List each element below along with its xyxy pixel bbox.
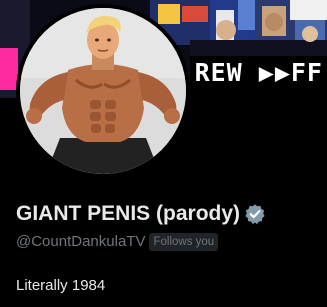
profile-name-row: GIANT PENIS (parody) <box>16 201 266 227</box>
avatar-image <box>20 8 186 174</box>
banner-overlay-text: REW ▶▶FF <box>194 58 323 87</box>
profile-display-name: GIANT PENIS (parody) <box>16 202 241 225</box>
profile-handle-row: @CountDankulaTV Follows you <box>16 232 219 252</box>
profile-handle: @CountDankulaTV <box>16 233 146 250</box>
follows-you-badge: Follows you <box>149 233 219 251</box>
profile-bio: Literally 1984 <box>16 277 106 294</box>
verified-badge-icon[interactable] <box>244 203 266 225</box>
profile-avatar[interactable] <box>16 4 190 178</box>
